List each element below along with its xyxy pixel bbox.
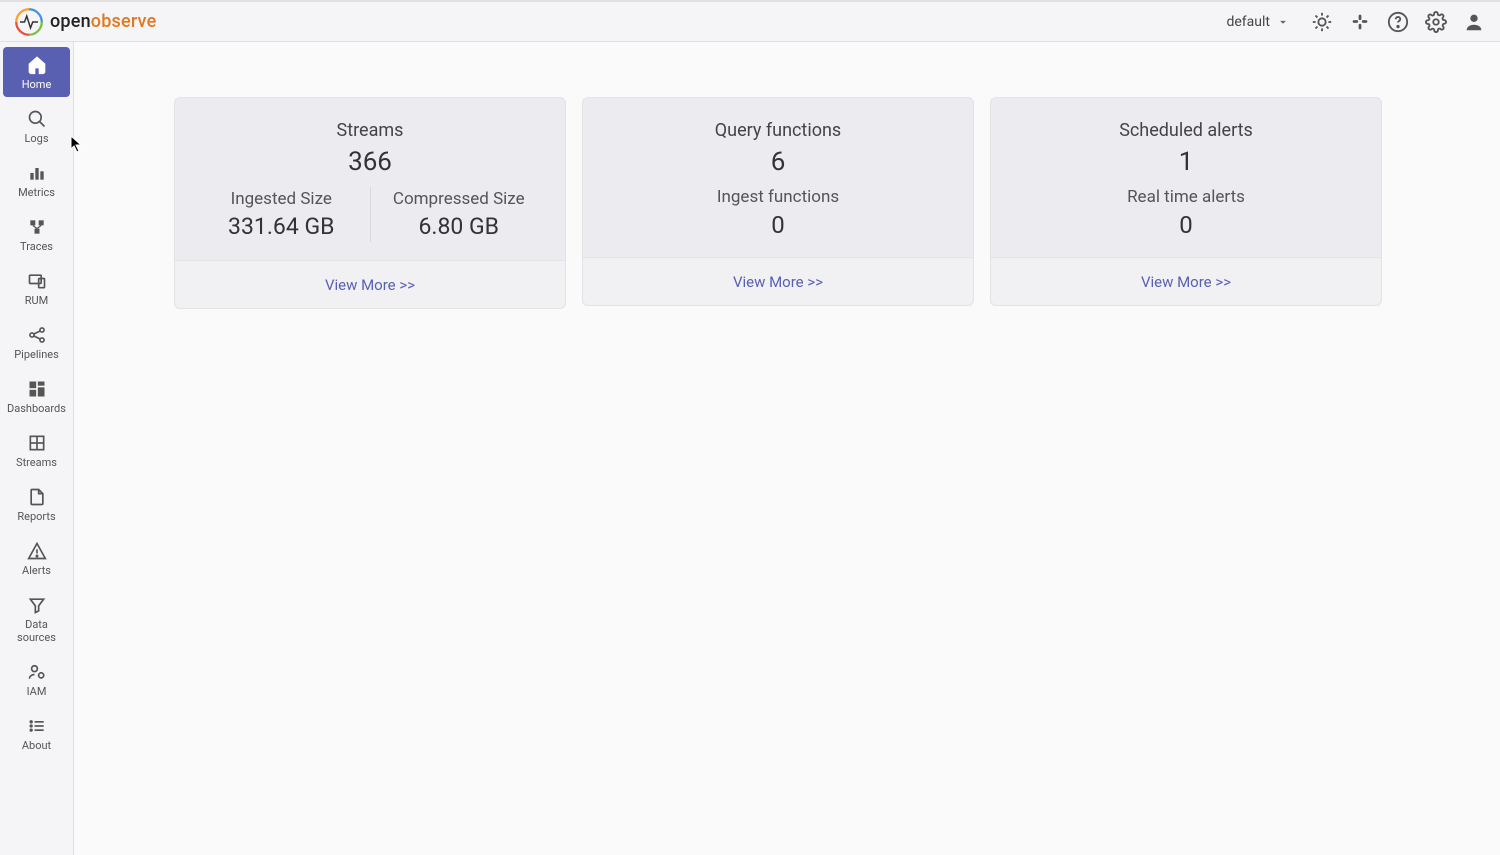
sidebar-item-reports[interactable]: Reports [3, 479, 70, 529]
topbar: openobserve default [0, 0, 1500, 42]
sidebar-item-dashboards[interactable]: Dashboards [3, 371, 70, 421]
sidebar-item-logs[interactable]: Logs [3, 101, 70, 151]
sidebar-label: Home [22, 78, 52, 91]
user-cog-icon [27, 662, 47, 682]
sidebar-item-streams[interactable]: Streams [3, 425, 70, 475]
sidebar-label: Streams [16, 456, 57, 469]
filter-icon [27, 595, 47, 615]
compressed-size-label: Compressed Size [383, 189, 536, 209]
alert-icon [27, 541, 47, 561]
sidebar: Home Logs Metrics Traces RUM Pipelines D… [0, 42, 74, 855]
user-icon [1463, 11, 1485, 33]
ingest-functions-value: 0 [601, 211, 955, 239]
sidebar-item-pipelines[interactable]: Pipelines [3, 317, 70, 367]
sidebar-label: Pipelines [14, 348, 59, 361]
organization-label: default [1226, 14, 1270, 30]
sidebar-item-about[interactable]: About [3, 708, 70, 758]
logo[interactable]: openobserve [14, 7, 156, 37]
sun-icon [1311, 11, 1333, 33]
sidebar-label: Logs [24, 132, 48, 145]
gear-icon [1425, 11, 1447, 33]
scheduled-alerts-title: Scheduled alerts [1009, 120, 1363, 141]
query-functions-title: Query functions [601, 120, 955, 141]
scheduled-alerts-count: 1 [1009, 147, 1363, 177]
chevron-down-icon [1276, 15, 1290, 29]
file-icon [27, 487, 47, 507]
help-icon [1387, 11, 1409, 33]
main-content: Streams 366 Ingested Size 331.64 GB Comp… [74, 42, 1500, 855]
slack-link[interactable] [1348, 10, 1372, 34]
ingested-size-label: Ingested Size [205, 189, 358, 209]
sidebar-item-alerts[interactable]: Alerts [3, 533, 70, 583]
settings-button[interactable] [1424, 10, 1448, 34]
ingested-size-value: 331.64 GB [205, 213, 358, 240]
list-icon [27, 716, 47, 736]
search-icon [27, 109, 47, 129]
streams-count: 366 [193, 147, 547, 177]
sidebar-label: Reports [17, 510, 55, 523]
sidebar-item-iam[interactable]: IAM [3, 654, 70, 704]
realtime-alerts-value: 0 [1009, 211, 1363, 239]
topbar-right: default [1220, 10, 1486, 34]
dashboard-icon [27, 379, 47, 399]
streams-view-more-link[interactable]: View More >> [325, 276, 415, 294]
grid-icon [27, 433, 47, 453]
sidebar-label: About [22, 739, 51, 752]
theme-toggle[interactable] [1310, 10, 1334, 34]
user-menu[interactable] [1462, 10, 1486, 34]
sidebar-label: Data sources [5, 618, 68, 644]
devices-icon [27, 271, 47, 291]
sidebar-label: Dashboards [7, 402, 66, 415]
traces-icon [27, 217, 47, 237]
compressed-size-value: 6.80 GB [383, 213, 536, 240]
slack-icon [1349, 11, 1371, 33]
help-button[interactable] [1386, 10, 1410, 34]
logo-text: openobserve [50, 11, 156, 32]
functions-view-more-link[interactable]: View More >> [733, 273, 823, 291]
bar-chart-icon [27, 163, 47, 183]
sidebar-label: Metrics [18, 186, 55, 199]
home-icon [27, 55, 47, 75]
sidebar-item-rum[interactable]: RUM [3, 263, 70, 313]
sidebar-item-data-sources[interactable]: Data sources [3, 587, 70, 650]
sidebar-item-home[interactable]: Home [3, 47, 70, 97]
organization-select[interactable]: default [1220, 10, 1296, 34]
streams-card: Streams 366 Ingested Size 331.64 GB Comp… [174, 97, 566, 309]
query-functions-count: 6 [601, 147, 955, 177]
alerts-view-more-link[interactable]: View More >> [1141, 273, 1231, 291]
share-icon [27, 325, 47, 345]
streams-title: Streams [193, 120, 547, 141]
alerts-card: Scheduled alerts 1 Real time alerts 0 Vi… [990, 97, 1382, 306]
ingest-functions-label: Ingest functions [601, 187, 955, 207]
logo-icon [14, 7, 44, 37]
sidebar-label: Traces [20, 240, 53, 253]
realtime-alerts-label: Real time alerts [1009, 187, 1363, 207]
sidebar-label: RUM [25, 294, 49, 307]
sidebar-item-traces[interactable]: Traces [3, 209, 70, 259]
sidebar-label: Alerts [22, 564, 51, 577]
sidebar-item-metrics[interactable]: Metrics [3, 155, 70, 205]
functions-card: Query functions 6 Ingest functions 0 Vie… [582, 97, 974, 306]
sidebar-label: IAM [27, 685, 47, 698]
